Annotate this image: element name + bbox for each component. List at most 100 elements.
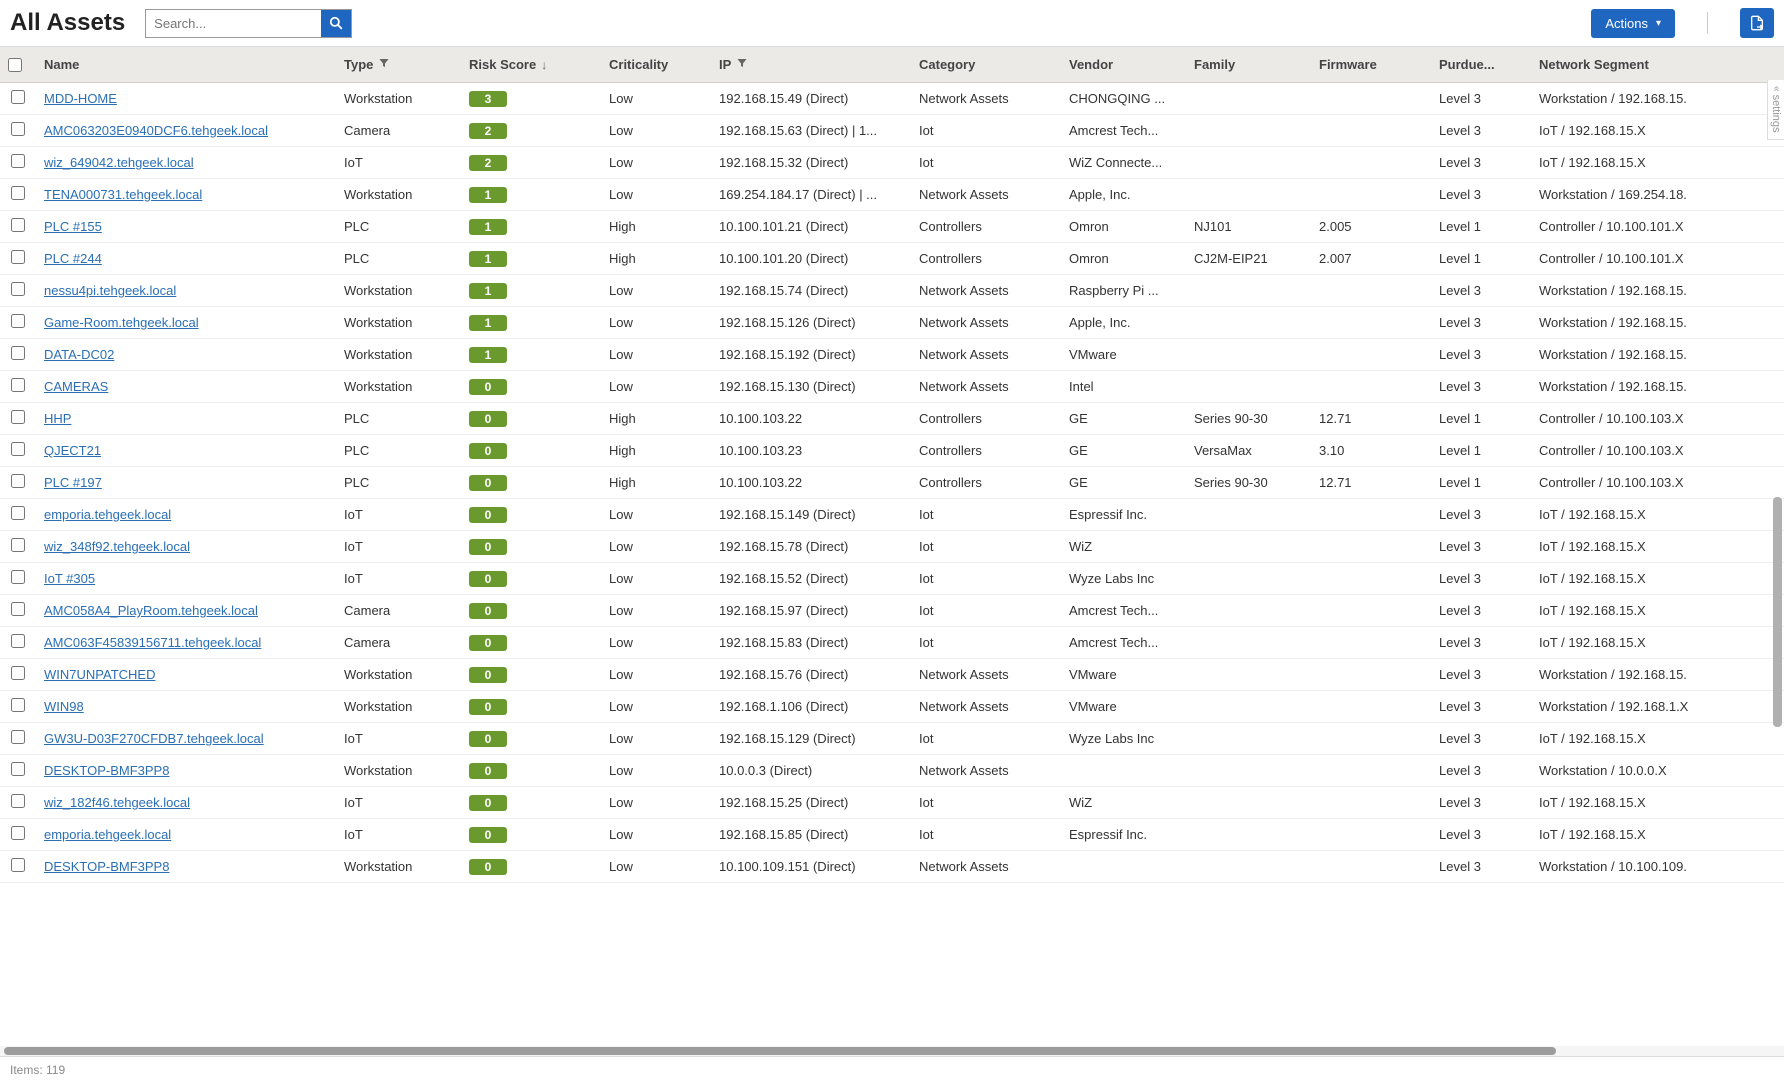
asset-name-link[interactable]: DESKTOP-BMF3PP8 [44,859,169,874]
search-input[interactable] [146,10,321,37]
table-row[interactable]: wiz_649042.tehgeek.localIoT2Low192.168.1… [0,147,1784,179]
row-checkbox[interactable] [11,506,25,520]
col-header-cat[interactable]: Category [911,47,1061,83]
asset-name-link[interactable]: CAMERAS [44,379,108,394]
col-header-crit[interactable]: Criticality [601,47,711,83]
table-row[interactable]: HHPPLC0High10.100.103.22ControllersGESer… [0,403,1784,435]
row-checkbox[interactable] [11,378,25,392]
row-checkbox[interactable] [11,794,25,808]
row-checkbox[interactable] [11,90,25,104]
asset-name-link[interactable]: GW3U-D03F270CFDB7.tehgeek.local [44,731,264,746]
row-checkbox[interactable] [11,154,25,168]
asset-name-link[interactable]: TENA000731.tehgeek.local [44,187,202,202]
row-checkbox[interactable] [11,602,25,616]
asset-name-link[interactable]: PLC #197 [44,475,102,490]
table-row[interactable]: AMC058A4_PlayRoom.tehgeek.localCamera0Lo… [0,595,1784,627]
col-header-seg[interactable]: Network Segment [1531,47,1784,83]
row-checkbox[interactable] [11,442,25,456]
col-header-family[interactable]: Family [1186,47,1311,83]
row-checkbox[interactable] [11,826,25,840]
row-checkbox[interactable] [11,122,25,136]
export-button[interactable] [1740,8,1774,38]
table-row[interactable]: TENA000731.tehgeek.localWorkstation1Low1… [0,179,1784,211]
row-checkbox[interactable] [11,314,25,328]
vertical-scrollbar-thumb[interactable] [1773,497,1782,727]
table-row[interactable]: emporia.tehgeek.localIoT0Low192.168.15.8… [0,819,1784,851]
table-row[interactable]: WIN7UNPATCHEDWorkstation0Low192.168.15.7… [0,659,1784,691]
search-button[interactable] [321,10,351,37]
asset-name-link[interactable]: PLC #244 [44,251,102,266]
row-checkbox[interactable] [11,282,25,296]
asset-name-link[interactable]: WIN7UNPATCHED [44,667,155,682]
asset-name-link[interactable]: AMC058A4_PlayRoom.tehgeek.local [44,603,258,618]
select-all-checkbox[interactable] [8,58,22,72]
asset-name-link[interactable]: QJECT21 [44,443,101,458]
asset-name-link[interactable]: AMC063F45839156711.tehgeek.local [44,635,261,650]
asset-name-link[interactable]: wiz_649042.tehgeek.local [44,155,194,170]
row-checkbox[interactable] [11,858,25,872]
row-checkbox[interactable] [11,186,25,200]
horizontal-scrollbar-thumb[interactable] [4,1047,1556,1055]
settings-tab[interactable]: « settings [1767,80,1784,140]
filter-icon[interactable] [378,57,390,72]
asset-name-link[interactable]: IoT #305 [44,571,95,586]
row-checkbox[interactable] [11,698,25,712]
table-row[interactable]: emporia.tehgeek.localIoT0Low192.168.15.1… [0,499,1784,531]
sort-down-icon[interactable]: ↓ [541,58,547,72]
table-row[interactable]: PLC #155PLC1High10.100.101.21 (Direct)Co… [0,211,1784,243]
col-header-vendor[interactable]: Vendor [1061,47,1186,83]
row-checkbox[interactable] [11,538,25,552]
asset-name-link[interactable]: MDD-HOME [44,91,117,106]
asset-name-link[interactable]: emporia.tehgeek.local [44,827,171,842]
asset-name-link[interactable]: Game-Room.tehgeek.local [44,315,199,330]
table-row[interactable]: QJECT21PLC0High10.100.103.23ControllersG… [0,435,1784,467]
row-checkbox[interactable] [11,634,25,648]
table-row[interactable]: CAMERASWorkstation0Low192.168.15.130 (Di… [0,371,1784,403]
asset-name-link[interactable]: DATA-DC02 [44,347,114,362]
asset-name-link[interactable]: DESKTOP-BMF3PP8 [44,763,169,778]
col-header-name[interactable]: Name [36,47,336,83]
row-checkbox[interactable] [11,410,25,424]
row-checkbox[interactable] [11,346,25,360]
table-row[interactable]: Game-Room.tehgeek.localWorkstation1Low19… [0,307,1784,339]
table-row[interactable]: DESKTOP-BMF3PP8Workstation0Low10.100.109… [0,851,1784,883]
table-row[interactable]: AMC063203E0940DCF6.tehgeek.localCamera2L… [0,115,1784,147]
table-row[interactable]: DATA-DC02Workstation1Low192.168.15.192 (… [0,339,1784,371]
asset-name-link[interactable]: nessu4pi.tehgeek.local [44,283,176,298]
col-header-ip[interactable]: IP [711,47,911,83]
table-row[interactable]: DESKTOP-BMF3PP8Workstation0Low10.0.0.3 (… [0,755,1784,787]
table-row[interactable]: AMC063F45839156711.tehgeek.localCamera0L… [0,627,1784,659]
horizontal-scrollbar[interactable] [0,1046,1784,1056]
col-header-type[interactable]: Type [336,47,461,83]
col-header-purdue[interactable]: Purdue... [1431,47,1531,83]
asset-name-link[interactable]: emporia.tehgeek.local [44,507,171,522]
asset-name-link[interactable]: PLC #155 [44,219,102,234]
row-checkbox[interactable] [11,762,25,776]
asset-name-link[interactable]: wiz_182f46.tehgeek.local [44,795,190,810]
row-checkbox[interactable] [11,666,25,680]
col-header-firmware[interactable]: Firmware [1311,47,1431,83]
table-row[interactable]: IoT #305IoT0Low192.168.15.52 (Direct)Iot… [0,563,1784,595]
table-row[interactable]: wiz_348f92.tehgeek.localIoT0Low192.168.1… [0,531,1784,563]
asset-name-link[interactable]: HHP [44,411,71,426]
row-checkbox[interactable] [11,570,25,584]
table-row[interactable]: PLC #197PLC0High10.100.103.22Controllers… [0,467,1784,499]
row-checkbox[interactable] [11,730,25,744]
table-row[interactable]: MDD-HOMEWorkstation3Low192.168.15.49 (Di… [0,83,1784,115]
table-row[interactable]: nessu4pi.tehgeek.localWorkstation1Low192… [0,275,1784,307]
asset-name-link[interactable]: WIN98 [44,699,84,714]
asset-name-link[interactable]: wiz_348f92.tehgeek.local [44,539,190,554]
row-checkbox[interactable] [11,218,25,232]
actions-button[interactable]: Actions ▾ [1591,9,1675,38]
col-header-checkbox[interactable] [0,47,36,83]
table-row[interactable]: wiz_182f46.tehgeek.localIoT0Low192.168.1… [0,787,1784,819]
row-checkbox[interactable] [11,250,25,264]
col-header-risk[interactable]: Risk Score↓ [461,47,601,83]
table-row[interactable]: WIN98Workstation0Low192.168.1.106 (Direc… [0,691,1784,723]
table-row[interactable]: GW3U-D03F270CFDB7.tehgeek.localIoT0Low19… [0,723,1784,755]
table-scroll[interactable]: NameTypeRisk Score↓CriticalityIPCategory… [0,47,1784,1046]
row-checkbox[interactable] [11,474,25,488]
filter-icon[interactable] [736,57,748,72]
table-row[interactable]: PLC #244PLC1High10.100.101.20 (Direct)Co… [0,243,1784,275]
asset-name-link[interactable]: AMC063203E0940DCF6.tehgeek.local [44,123,268,138]
